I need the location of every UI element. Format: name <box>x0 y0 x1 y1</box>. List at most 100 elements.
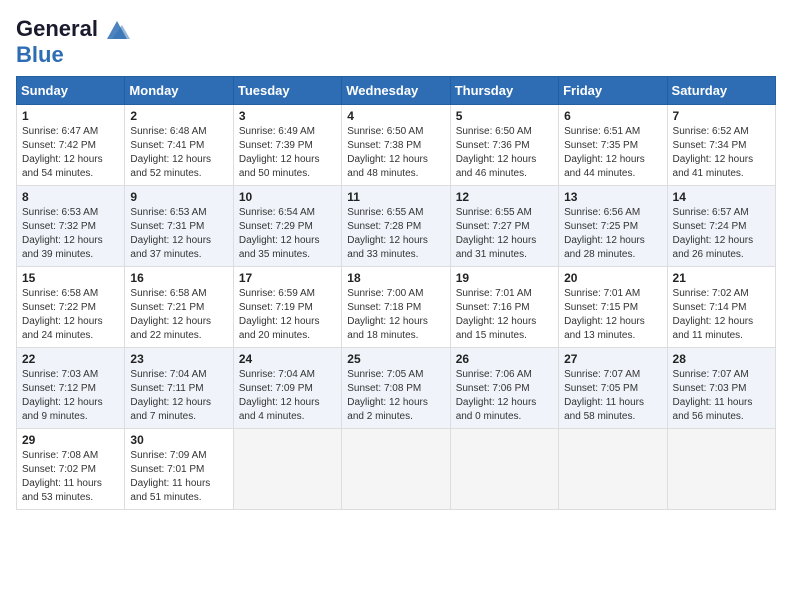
day-info: Sunrise: 7:01 AM Sunset: 7:15 PM Dayligh… <box>564 287 661 343</box>
calendar-cell: 3 Sunrise: 6:49 AM Sunset: 7:39 PM Dayli… <box>233 105 341 186</box>
calendar-week-1: 1 Sunrise: 6:47 AM Sunset: 7:42 PM Dayli… <box>17 105 776 186</box>
calendar-cell: 21 Sunrise: 7:02 AM Sunset: 7:14 PM Dayl… <box>667 267 775 348</box>
day-number: 1 <box>22 109 119 123</box>
day-number: 8 <box>22 190 119 204</box>
day-number: 14 <box>673 190 770 204</box>
calendar-cell: 10 Sunrise: 6:54 AM Sunset: 7:29 PM Dayl… <box>233 186 341 267</box>
day-number: 18 <box>347 271 444 285</box>
calendar-cell: 4 Sunrise: 6:50 AM Sunset: 7:38 PM Dayli… <box>342 105 450 186</box>
day-number: 21 <box>673 271 770 285</box>
calendar-cell: 12 Sunrise: 6:55 AM Sunset: 7:27 PM Dayl… <box>450 186 558 267</box>
calendar-cell <box>342 429 450 510</box>
day-info: Sunrise: 6:48 AM Sunset: 7:41 PM Dayligh… <box>130 125 227 181</box>
calendar-cell: 25 Sunrise: 7:05 AM Sunset: 7:08 PM Dayl… <box>342 348 450 429</box>
calendar-cell: 22 Sunrise: 7:03 AM Sunset: 7:12 PM Dayl… <box>17 348 125 429</box>
calendar-cell: 2 Sunrise: 6:48 AM Sunset: 7:41 PM Dayli… <box>125 105 233 186</box>
day-info: Sunrise: 6:50 AM Sunset: 7:38 PM Dayligh… <box>347 125 444 181</box>
day-info: Sunrise: 7:01 AM Sunset: 7:16 PM Dayligh… <box>456 287 553 343</box>
weekday-header-friday: Friday <box>559 77 667 105</box>
logo-blue-text: Blue <box>16 42 64 67</box>
calendar-cell <box>450 429 558 510</box>
calendar-cell: 29 Sunrise: 7:08 AM Sunset: 7:02 PM Dayl… <box>17 429 125 510</box>
weekday-header-thursday: Thursday <box>450 77 558 105</box>
page-header: General Blue <box>16 16 776 68</box>
day-number: 29 <box>22 433 119 447</box>
day-number: 24 <box>239 352 336 366</box>
calendar-cell: 17 Sunrise: 6:59 AM Sunset: 7:19 PM Dayl… <box>233 267 341 348</box>
day-info: Sunrise: 6:58 AM Sunset: 7:22 PM Dayligh… <box>22 287 119 343</box>
day-info: Sunrise: 6:49 AM Sunset: 7:39 PM Dayligh… <box>239 125 336 181</box>
day-number: 6 <box>564 109 661 123</box>
day-info: Sunrise: 6:58 AM Sunset: 7:21 PM Dayligh… <box>130 287 227 343</box>
calendar-cell <box>233 429 341 510</box>
calendar-week-5: 29 Sunrise: 7:08 AM Sunset: 7:02 PM Dayl… <box>17 429 776 510</box>
day-info: Sunrise: 6:54 AM Sunset: 7:29 PM Dayligh… <box>239 206 336 262</box>
day-info: Sunrise: 7:02 AM Sunset: 7:14 PM Dayligh… <box>673 287 770 343</box>
calendar-cell: 15 Sunrise: 6:58 AM Sunset: 7:22 PM Dayl… <box>17 267 125 348</box>
day-number: 7 <box>673 109 770 123</box>
calendar-cell: 5 Sunrise: 6:50 AM Sunset: 7:36 PM Dayli… <box>450 105 558 186</box>
calendar-cell: 19 Sunrise: 7:01 AM Sunset: 7:16 PM Dayl… <box>450 267 558 348</box>
day-number: 3 <box>239 109 336 123</box>
calendar-cell: 14 Sunrise: 6:57 AM Sunset: 7:24 PM Dayl… <box>667 186 775 267</box>
calendar-header-row: SundayMondayTuesdayWednesdayThursdayFrid… <box>17 77 776 105</box>
weekday-header-monday: Monday <box>125 77 233 105</box>
calendar-cell: 1 Sunrise: 6:47 AM Sunset: 7:42 PM Dayli… <box>17 105 125 186</box>
calendar-cell: 28 Sunrise: 7:07 AM Sunset: 7:03 PM Dayl… <box>667 348 775 429</box>
calendar-week-3: 15 Sunrise: 6:58 AM Sunset: 7:22 PM Dayl… <box>17 267 776 348</box>
calendar-cell: 20 Sunrise: 7:01 AM Sunset: 7:15 PM Dayl… <box>559 267 667 348</box>
weekday-header-sunday: Sunday <box>17 77 125 105</box>
logo-general-text: General <box>16 16 98 42</box>
day-info: Sunrise: 6:51 AM Sunset: 7:35 PM Dayligh… <box>564 125 661 181</box>
day-info: Sunrise: 7:04 AM Sunset: 7:11 PM Dayligh… <box>130 368 227 424</box>
day-number: 11 <box>347 190 444 204</box>
day-info: Sunrise: 7:07 AM Sunset: 7:03 PM Dayligh… <box>673 368 770 424</box>
day-number: 9 <box>130 190 227 204</box>
logo: General Blue <box>16 16 132 68</box>
calendar-cell: 13 Sunrise: 6:56 AM Sunset: 7:25 PM Dayl… <box>559 186 667 267</box>
day-number: 5 <box>456 109 553 123</box>
day-info: Sunrise: 6:55 AM Sunset: 7:28 PM Dayligh… <box>347 206 444 262</box>
logo-icon <box>102 19 132 41</box>
day-info: Sunrise: 7:08 AM Sunset: 7:02 PM Dayligh… <box>22 449 119 505</box>
calendar-cell: 11 Sunrise: 6:55 AM Sunset: 7:28 PM Dayl… <box>342 186 450 267</box>
weekday-header-wednesday: Wednesday <box>342 77 450 105</box>
day-number: 19 <box>456 271 553 285</box>
day-info: Sunrise: 6:53 AM Sunset: 7:31 PM Dayligh… <box>130 206 227 262</box>
day-info: Sunrise: 6:52 AM Sunset: 7:34 PM Dayligh… <box>673 125 770 181</box>
day-info: Sunrise: 7:03 AM Sunset: 7:12 PM Dayligh… <box>22 368 119 424</box>
day-number: 13 <box>564 190 661 204</box>
day-number: 30 <box>130 433 227 447</box>
calendar-cell <box>667 429 775 510</box>
calendar-cell: 7 Sunrise: 6:52 AM Sunset: 7:34 PM Dayli… <box>667 105 775 186</box>
calendar-week-2: 8 Sunrise: 6:53 AM Sunset: 7:32 PM Dayli… <box>17 186 776 267</box>
day-number: 17 <box>239 271 336 285</box>
calendar-table: SundayMondayTuesdayWednesdayThursdayFrid… <box>16 76 776 510</box>
calendar-cell: 26 Sunrise: 7:06 AM Sunset: 7:06 PM Dayl… <box>450 348 558 429</box>
day-number: 26 <box>456 352 553 366</box>
calendar-cell: 6 Sunrise: 6:51 AM Sunset: 7:35 PM Dayli… <box>559 105 667 186</box>
day-info: Sunrise: 7:00 AM Sunset: 7:18 PM Dayligh… <box>347 287 444 343</box>
day-number: 23 <box>130 352 227 366</box>
calendar-cell: 8 Sunrise: 6:53 AM Sunset: 7:32 PM Dayli… <box>17 186 125 267</box>
day-number: 15 <box>22 271 119 285</box>
day-info: Sunrise: 6:50 AM Sunset: 7:36 PM Dayligh… <box>456 125 553 181</box>
day-number: 27 <box>564 352 661 366</box>
calendar-cell: 23 Sunrise: 7:04 AM Sunset: 7:11 PM Dayl… <box>125 348 233 429</box>
calendar-cell: 24 Sunrise: 7:04 AM Sunset: 7:09 PM Dayl… <box>233 348 341 429</box>
day-info: Sunrise: 7:06 AM Sunset: 7:06 PM Dayligh… <box>456 368 553 424</box>
calendar-cell: 27 Sunrise: 7:07 AM Sunset: 7:05 PM Dayl… <box>559 348 667 429</box>
calendar-cell: 30 Sunrise: 7:09 AM Sunset: 7:01 PM Dayl… <box>125 429 233 510</box>
day-info: Sunrise: 6:55 AM Sunset: 7:27 PM Dayligh… <box>456 206 553 262</box>
day-number: 25 <box>347 352 444 366</box>
calendar-body: 1 Sunrise: 6:47 AM Sunset: 7:42 PM Dayli… <box>17 105 776 510</box>
day-info: Sunrise: 6:57 AM Sunset: 7:24 PM Dayligh… <box>673 206 770 262</box>
weekday-header-tuesday: Tuesday <box>233 77 341 105</box>
day-number: 2 <box>130 109 227 123</box>
day-info: Sunrise: 7:05 AM Sunset: 7:08 PM Dayligh… <box>347 368 444 424</box>
day-number: 28 <box>673 352 770 366</box>
weekday-header-saturday: Saturday <box>667 77 775 105</box>
day-number: 4 <box>347 109 444 123</box>
calendar-week-4: 22 Sunrise: 7:03 AM Sunset: 7:12 PM Dayl… <box>17 348 776 429</box>
day-info: Sunrise: 6:47 AM Sunset: 7:42 PM Dayligh… <box>22 125 119 181</box>
